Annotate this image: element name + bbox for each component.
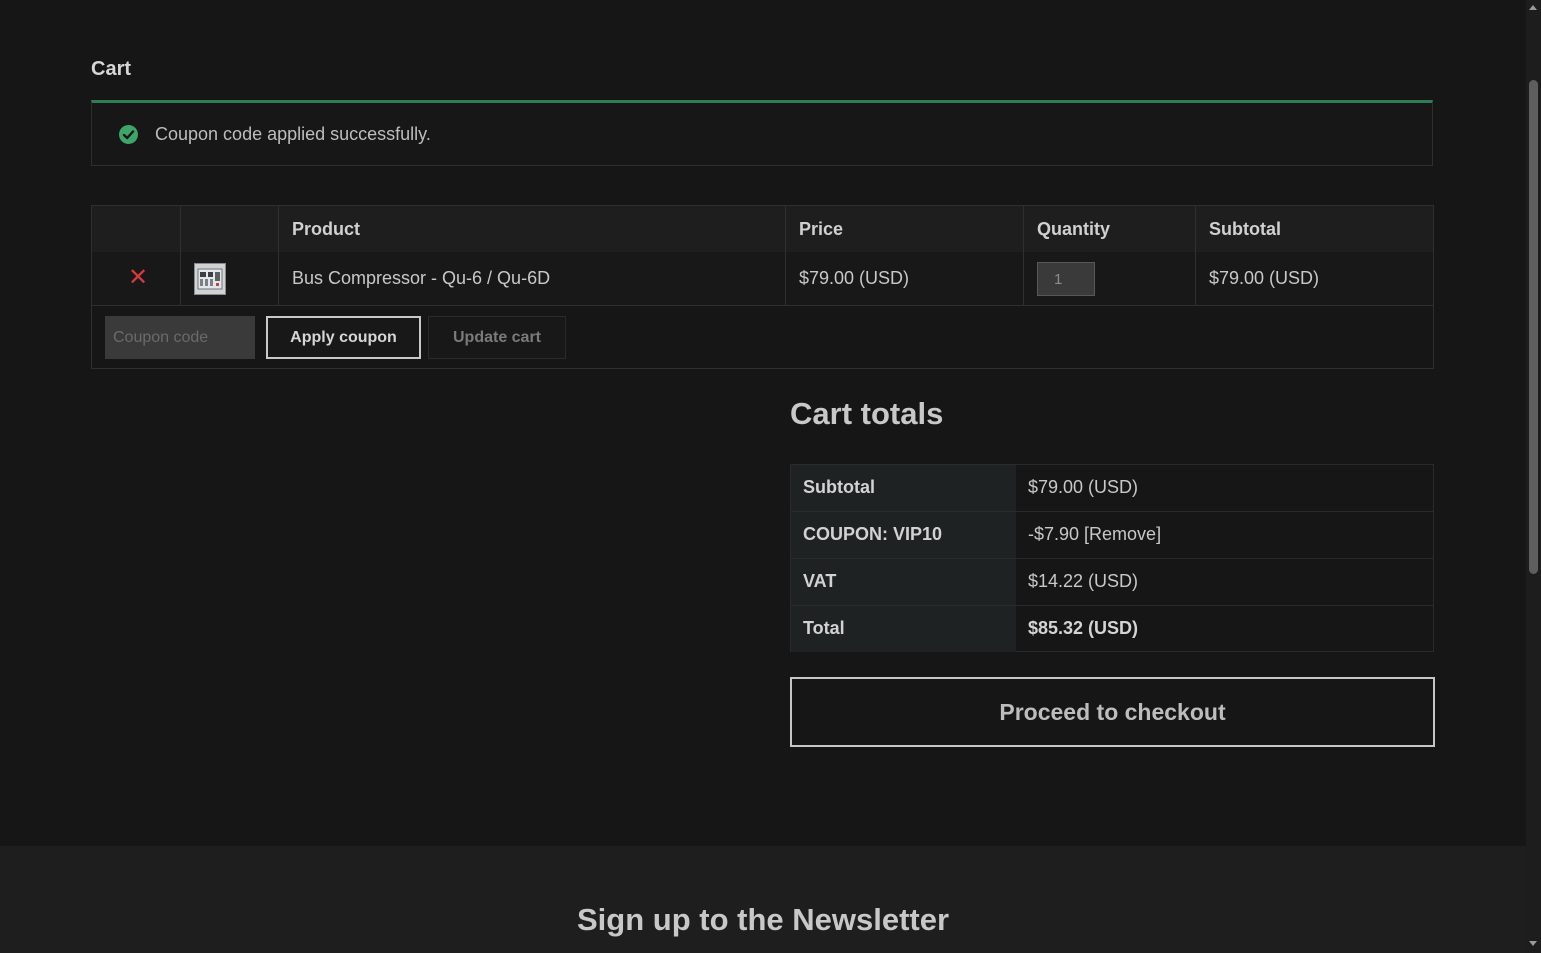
cart-totals-table: Subtotal $79.00 (USD) COUPON: VIP10 -$7.… — [790, 464, 1434, 652]
totals-label: Subtotal — [803, 477, 875, 497]
totals-label: VAT — [803, 571, 837, 591]
product-name-link[interactable]: Bus Compressor - Qu-6 / Qu-6D — [292, 268, 550, 289]
page: Cart Coupon code applied successfully. P… — [0, 0, 1526, 953]
totals-row-coupon: COUPON: VIP10 -$7.90 [Remove] — [791, 512, 1433, 559]
column-divider — [1023, 206, 1024, 305]
table-row: ✕ Bus Compressor - Qu-6 / Qu-6D $79.00 (… — [92, 252, 1433, 306]
apply-coupon-button[interactable]: Apply coupon — [266, 316, 421, 359]
scroll-up-icon[interactable] — [1529, 5, 1537, 10]
totals-label: COUPON: VIP10 — [803, 524, 943, 544]
column-divider — [278, 206, 279, 305]
product-price: $79.00 (USD) — [799, 268, 910, 288]
scrollbar-thumb[interactable] — [1529, 80, 1538, 574]
column-header-product: Product — [292, 219, 361, 239]
totals-row-total: Total $85.32 (USD) — [791, 606, 1433, 653]
scrollbar[interactable] — [1526, 0, 1541, 953]
totals-row-vat: VAT $14.22 (USD) — [791, 559, 1433, 606]
column-divider — [180, 206, 181, 305]
totals-value: $79.00 (USD) — [1028, 477, 1139, 497]
product-subtotal: $79.00 (USD) — [1209, 268, 1320, 288]
column-divider — [785, 206, 786, 305]
totals-value: $14.22 (USD) — [1028, 571, 1139, 591]
cart-table-header: Product Price Quantity Subtotal — [92, 206, 1433, 253]
newsletter-title: Sign up to the Newsletter — [576, 902, 950, 937]
column-header-quantity: Quantity — [1037, 219, 1111, 239]
quantity-input[interactable] — [1037, 262, 1095, 296]
proceed-to-checkout-button[interactable]: Proceed to checkout — [790, 677, 1435, 747]
page-title: Cart — [91, 58, 132, 80]
coupon-code-input[interactable] — [105, 316, 255, 359]
check-circle-icon — [119, 125, 138, 144]
column-header-price: Price — [799, 219, 844, 239]
cart-table: Product Price Quantity Subtotal ✕ Bus Co — [91, 205, 1434, 369]
product-thumbnail[interactable] — [194, 263, 226, 295]
cart-totals-title: Cart totals — [790, 396, 944, 431]
scroll-down-icon[interactable] — [1529, 941, 1537, 946]
remove-coupon-link[interactable]: -$7.90 [Remove] — [1028, 524, 1161, 545]
totals-row-subtotal: Subtotal $79.00 (USD) — [791, 465, 1433, 512]
update-cart-button[interactable]: Update cart — [428, 316, 566, 359]
totals-value: $85.32 (USD) — [1028, 618, 1139, 638]
notice-text: Coupon code applied successfully. — [155, 124, 431, 144]
column-divider — [1195, 206, 1196, 305]
newsletter-section: Sign up to the Newsletter — [0, 846, 1526, 953]
close-icon[interactable]: ✕ — [128, 266, 148, 290]
column-header-subtotal: Subtotal — [1209, 219, 1281, 239]
totals-label: Total — [803, 618, 845, 638]
success-notice: Coupon code applied successfully. — [91, 100, 1433, 166]
